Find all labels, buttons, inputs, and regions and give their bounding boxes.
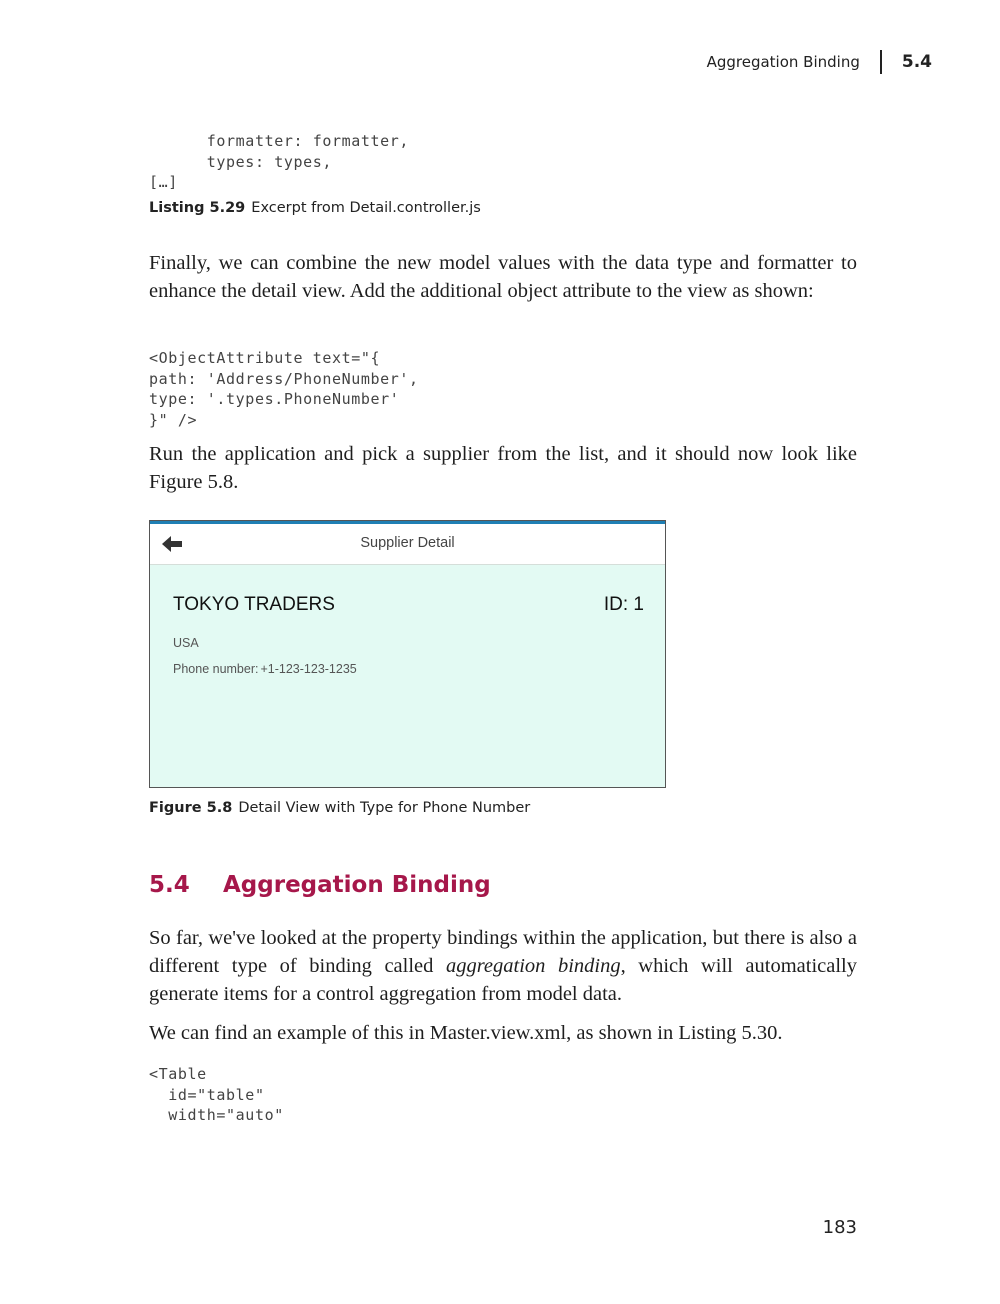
section-heading: 5.4 Aggregation Binding (149, 872, 491, 898)
code-line: path: 'Address/PhoneNumber', (149, 369, 419, 388)
listing-caption: Listing 5.29 Excerpt from Detail.controll… (149, 200, 481, 216)
section-title: Aggregation Binding (223, 872, 491, 898)
code-line: }" /> (149, 410, 198, 429)
object-attribute-code: <ObjectAttribute text="{ path: 'Address/… (149, 348, 419, 430)
running-head-divider (879, 50, 882, 74)
phone-attribute: Phone number: +1-123-123-1235 (173, 662, 357, 676)
body-paragraph: We can find an example of this in Master… (149, 1022, 783, 1044)
code-line: types: types, (149, 152, 332, 171)
listing-5-29-code: formatter: formatter, types: types, […] (149, 131, 409, 193)
body-paragraph: Run the application and pick a supplier … (149, 443, 857, 493)
running-head-title: Aggregation Binding (706, 53, 860, 71)
section-number: 5.4 (149, 872, 190, 898)
code-line: type: '.types.PhoneNumber' (149, 390, 400, 408)
code-line: […] (149, 173, 178, 191)
code-line: id="table" (149, 1085, 265, 1104)
code-line: formatter: formatter, (149, 132, 410, 150)
object-title: TOKYO TRADERS (173, 594, 335, 615)
listing-caption-label: Listing 5.29 (149, 200, 246, 216)
running-head: Aggregation Binding 5.4 (707, 50, 932, 74)
object-number: ID: 1 (603, 594, 644, 615)
body-paragraph: Finally, we can combine the new model va… (149, 252, 857, 302)
code-line: width="auto" (149, 1106, 284, 1124)
table-code: <Table id="table" width="auto" (149, 1064, 284, 1126)
figure-caption-label: Figure 5.8 (149, 800, 233, 816)
supplier-detail-screenshot: Supplier Detail TOKYO TRADERS ID: 1 USA … (149, 520, 666, 788)
code-line: <Table (149, 1065, 207, 1083)
phone-label: Phone number: (173, 662, 259, 676)
paragraph-emphasis: aggregation binding (445, 954, 621, 977)
body-paragraph: So far, we've looked at the property bin… (149, 925, 857, 1008)
phone-value: +1-123-123-1235 (260, 662, 357, 676)
page-title: Supplier Detail (360, 535, 455, 551)
running-head-section-number: 5.4 (901, 52, 932, 72)
listing-caption-text: Excerpt from Detail.controller.js (251, 200, 481, 216)
country-attribute: USA (173, 636, 199, 650)
figure-caption: Figure 5.8 Detail View with Type for Phon… (149, 800, 530, 816)
code-line: <ObjectAttribute text="{ (149, 349, 381, 367)
figure-caption-text: Detail View with Type for Phone Number (238, 800, 531, 816)
page-number: 183 (822, 1217, 857, 1238)
page-header: Supplier Detail (150, 524, 665, 565)
